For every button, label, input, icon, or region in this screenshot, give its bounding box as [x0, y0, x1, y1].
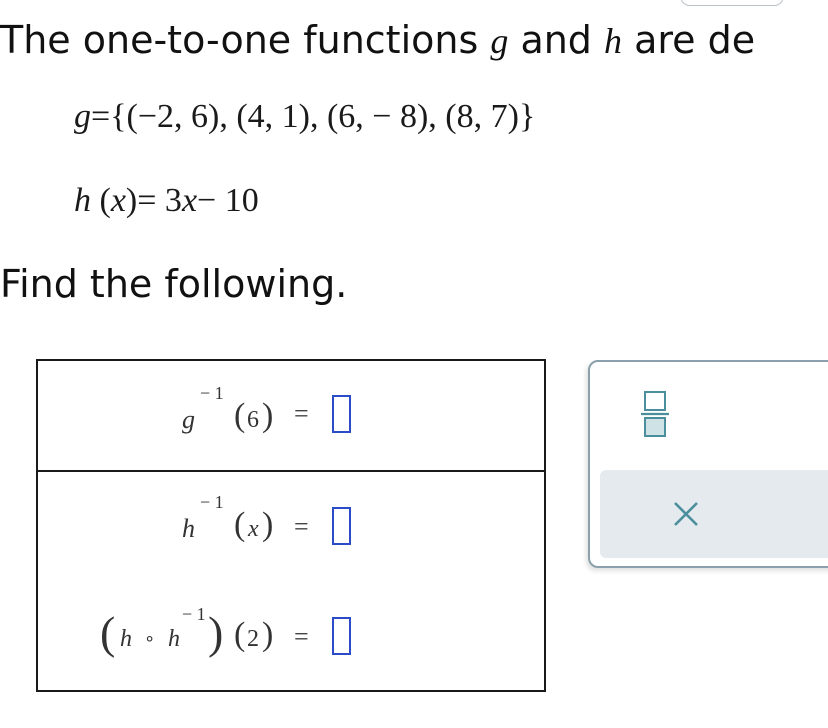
answer-input-g-inverse[interactable] [332, 395, 351, 433]
g-equals: = [91, 98, 111, 135]
fraction-button[interactable] [630, 384, 680, 442]
row2-exponent: − 1 [200, 492, 224, 512]
row3-inner-fn: h [168, 626, 180, 652]
row3-equals: = [294, 622, 309, 651]
close-icon [674, 502, 698, 526]
answer-table: g − 1 ( 6 ) = h − 1 ( x ) = ( h ∘ h − 1 … [36, 359, 546, 692]
row2-fn: h [182, 514, 195, 543]
g-definition: g={(−2, 6), (4, 1), (6, − 8), (8, 7)} [74, 98, 535, 136]
g-open: {( [110, 98, 138, 135]
row3-exponent: − 1 [182, 604, 206, 624]
row1-exponent: − 1 [200, 383, 224, 403]
row1-equals: = [294, 399, 309, 428]
intro-text-after: are de [622, 18, 756, 62]
intro-h-symbol: h [604, 21, 623, 61]
row3-arg: 2 [247, 626, 259, 652]
table-row: ( h ∘ h − 1 ) ( 2 ) = [38, 582, 544, 692]
g-name: g [74, 98, 91, 135]
problem-intro: The one-to-one functions g and h are de [0, 16, 755, 65]
answer-input-composition[interactable] [332, 617, 351, 655]
row3-compose: ∘ [144, 628, 156, 648]
row3-outer-fn: h [120, 626, 132, 652]
intro-text-before: The one-to-one functions [0, 18, 491, 62]
table-row: g − 1 ( 6 ) = [38, 361, 544, 472]
h-var: x [181, 182, 198, 219]
row1-open-paren: ( [234, 397, 246, 434]
h-name: h [74, 182, 91, 219]
row2-open-paren: ( [234, 506, 246, 543]
g-close: } [518, 98, 536, 135]
row1-close-paren: ) [262, 397, 274, 434]
clear-button[interactable] [600, 470, 828, 558]
top-tab-outline [680, 0, 784, 6]
intro-g-symbol: g [490, 21, 509, 61]
row2-close-paren: ) [262, 506, 274, 543]
intro-and-text: and [508, 18, 605, 62]
table-row: h − 1 ( x ) = [38, 472, 544, 582]
row1-arg: 6 [247, 407, 259, 433]
h-definition: h (x)= 3x− 10 [74, 182, 259, 219]
find-heading: Find the following. [0, 262, 348, 306]
row1-fn: g [182, 405, 195, 434]
g-ordered-pairs: −2, 6), (4, 1), (6, − 8), (8, 7) [137, 98, 519, 135]
h-tail: − 10 [197, 182, 259, 219]
row2-equals: = [294, 512, 309, 541]
row2-arg: x [248, 516, 259, 542]
fraction-template-icon [641, 391, 669, 437]
row3-open-paren: ( [234, 616, 246, 653]
math-keypad [588, 360, 828, 568]
answer-input-h-inverse[interactable] [332, 507, 351, 545]
h-rhs: = 3 [137, 182, 182, 219]
row3-close-paren: ) [262, 616, 274, 653]
row3-outer-open-paren: ( [100, 607, 116, 658]
h-arg: x [110, 182, 126, 219]
row3-outer-close-paren: ) [208, 607, 224, 658]
